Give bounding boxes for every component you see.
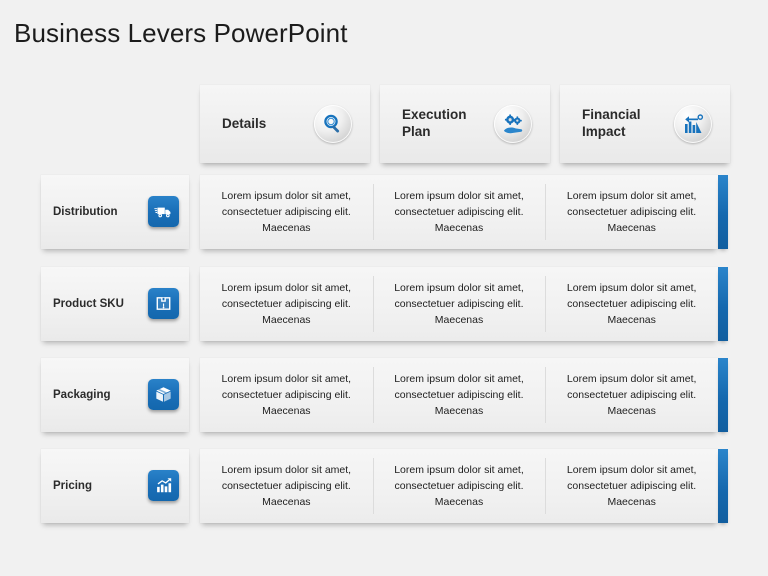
cube-box-icon	[148, 379, 179, 410]
row-accent-bar	[718, 449, 728, 523]
row-accent-bar	[718, 267, 728, 341]
row-accent-bar	[718, 175, 728, 249]
cell-details: Lorem ipsum dolor sit amet, consectetuer…	[221, 281, 352, 327]
table-row: Product SKU Lorem ipsum dolor sit amet, …	[0, 267, 768, 341]
table-row: Packaging Lorem ipsum dolor sit amet, co…	[0, 358, 768, 432]
bar-chart-arrow-icon	[674, 105, 712, 143]
row-content-panel: Lorem ipsum dolor sit amet, consectetuer…	[200, 358, 718, 432]
table-row: Distribution Lorem ipsum dolor sit amet,…	[0, 175, 768, 249]
row-label-pricing: Pricing	[53, 480, 92, 492]
column-header-execution-plan[interactable]: Execution Plan	[380, 85, 550, 163]
column-header-row: Details Execution Plan Financial Impact	[0, 85, 768, 163]
cell-details: Lorem ipsum dolor sit amet, consectetuer…	[221, 189, 352, 235]
delivery-truck-icon	[148, 196, 179, 227]
cell-execution-plan: Lorem ipsum dolor sit amet, consectetuer…	[372, 449, 546, 523]
row-label-product-sku: Product SKU	[53, 298, 124, 310]
row-label-distribution: Distribution	[53, 206, 118, 218]
row-content-panel: Lorem ipsum dolor sit amet, consectetuer…	[200, 175, 718, 249]
cell-details: Lorem ipsum dolor sit amet, consectetuer…	[221, 463, 352, 509]
row-label-packaging: Packaging	[53, 389, 111, 401]
cell-financial-impact: Lorem ipsum dolor sit amet, consectetuer…	[545, 175, 718, 249]
cell-execution-plan: Lorem ipsum dolor sit amet, consectetuer…	[372, 358, 546, 432]
cell-details: Lorem ipsum dolor sit amet, consectetuer…	[221, 372, 352, 418]
column-header-execution-plan-label: Execution Plan	[402, 107, 467, 139]
cell-execution-plan: Lorem ipsum dolor sit amet, consectetuer…	[372, 175, 546, 249]
page-title: Business Levers PowerPoint	[14, 18, 348, 48]
cell-financial-impact: Lorem ipsum dolor sit amet, consectetuer…	[545, 267, 718, 341]
magnifier-icon	[314, 105, 352, 143]
table-row: Pricing Lorem ipsum dolor sit amet, cons…	[0, 449, 768, 523]
column-header-financial-impact[interactable]: Financial Impact	[560, 85, 730, 163]
column-header-details[interactable]: Details	[200, 85, 370, 163]
cell-financial-impact: Lorem ipsum dolor sit amet, consectetuer…	[545, 449, 718, 523]
column-header-details-label: Details	[222, 115, 267, 131]
cell-financial-impact: Lorem ipsum dolor sit amet, consectetuer…	[545, 358, 718, 432]
package-box-icon	[148, 288, 179, 319]
column-header-financial-impact-label: Financial Impact	[582, 107, 641, 139]
row-accent-bar	[718, 358, 728, 432]
gears-on-hand-icon	[494, 105, 532, 143]
cell-execution-plan: Lorem ipsum dolor sit amet, consectetuer…	[372, 267, 546, 341]
row-content-panel: Lorem ipsum dolor sit amet, consectetuer…	[200, 267, 718, 341]
row-content-panel: Lorem ipsum dolor sit amet, consectetuer…	[200, 449, 718, 523]
growth-chart-icon	[148, 470, 179, 501]
